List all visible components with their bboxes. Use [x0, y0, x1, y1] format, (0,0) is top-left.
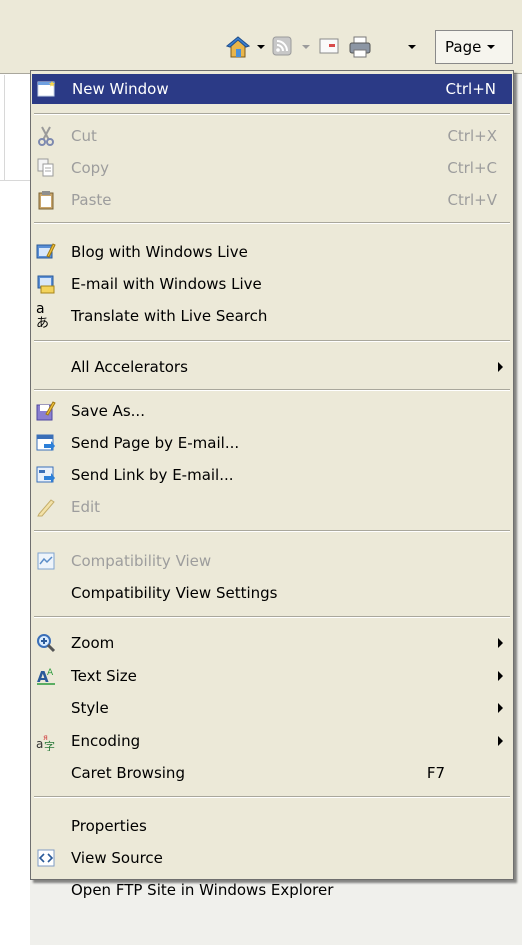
menu-separator [34, 530, 510, 532]
menu-item-label: E-mail with Windows Live [71, 275, 262, 293]
menu-separator [34, 389, 510, 391]
print-dropdown-arrow[interactable] [408, 45, 416, 49]
menu-item-properties[interactable]: Properties [31, 811, 513, 841]
translate-icon: aあ [36, 301, 50, 331]
menu-item-label: Blog with Windows Live [71, 243, 248, 261]
menu-item-label: Send Page by E-mail... [71, 434, 240, 452]
menu-separator [34, 796, 510, 798]
menu-separator [34, 113, 510, 115]
page-menu-button[interactable]: Page [435, 30, 513, 64]
menu-item-translate[interactable]: aあ Translate with Live Search [31, 301, 513, 331]
menu-item-shortcut: Ctrl+C [447, 159, 497, 177]
compatibility-view-icon [36, 551, 56, 571]
feeds-button[interactable] [271, 35, 293, 57]
menu-item-shortcut: Ctrl+V [447, 191, 497, 209]
menu-item-label: Edit [71, 498, 101, 516]
submenu-arrow-icon [498, 703, 503, 713]
scissors-icon [36, 126, 56, 146]
menu-item-label: Copy [71, 159, 110, 177]
menu-item-label: Cut [71, 127, 97, 145]
menu-item-new-window[interactable]: New Window Ctrl+N [32, 74, 512, 104]
new-window-icon [37, 79, 57, 99]
menu-item-send-page[interactable]: Send Page by E-mail... [31, 428, 513, 458]
home-icon [226, 36, 250, 58]
submenu-arrow-icon [498, 671, 503, 681]
menu-item-label: Compatibility View [71, 552, 212, 570]
menu-item-zoom[interactable]: Zoom [31, 628, 513, 658]
menu-item-shortcut: Ctrl+N [445, 80, 496, 98]
encoding-icon: aя字 [36, 731, 56, 751]
menu-item-label: View Source [71, 849, 163, 867]
menu-item-compatibility-view-settings[interactable]: Compatibility View Settings [31, 578, 513, 608]
page-dropdown-menu: New Window Ctrl+N Cut Ctrl+X Copy Ctrl+C… [30, 70, 514, 899]
menu-item-text-size[interactable]: AA Text Size [31, 661, 513, 691]
command-bar: Page [0, 0, 522, 74]
menu-item-paste[interactable]: Paste Ctrl+V [31, 185, 513, 215]
menu-item-label: New Window [72, 80, 169, 98]
pencil-icon [36, 497, 56, 517]
email-live-icon [36, 274, 56, 294]
menu-item-copy[interactable]: Copy Ctrl+C [31, 153, 513, 183]
submenu-arrow-icon [498, 362, 503, 372]
svg-text:字: 字 [44, 739, 55, 751]
home-button[interactable] [225, 34, 251, 60]
menu-item-shortcut: Ctrl+X [447, 127, 497, 145]
menu-item-label: Text Size [71, 667, 137, 685]
menu-item-label: Zoom [71, 634, 115, 652]
menu-item-cut[interactable]: Cut Ctrl+X [31, 121, 513, 151]
menu-item-label: Caret Browsing [71, 764, 185, 782]
menu-item-label: Save As... [71, 402, 145, 420]
view-source-icon [36, 848, 56, 868]
menu-item-label: Paste [71, 191, 112, 209]
submenu-arrow-icon [498, 638, 503, 648]
page-divider [0, 180, 30, 181]
menu-item-label: Properties [71, 817, 147, 835]
menu-separator [34, 222, 510, 224]
svg-text:A: A [47, 668, 54, 678]
menu-item-style[interactable]: Style [31, 693, 513, 723]
menu-item-save-as[interactable]: Save As... [31, 396, 513, 426]
menu-item-label: Compatibility View Settings [71, 584, 278, 602]
page-divider-vertical [4, 75, 5, 180]
home-dropdown-arrow[interactable] [257, 45, 265, 49]
submenu-arrow-icon [498, 736, 503, 746]
menu-item-email-live[interactable]: E-mail with Windows Live [31, 269, 513, 299]
send-link-icon [36, 465, 56, 485]
read-mail-button[interactable] [318, 36, 340, 56]
menu-item-label: Send Link by E-mail... [71, 466, 234, 484]
text-size-icon: AA [36, 666, 56, 686]
menu-item-compatibility-view[interactable]: Compatibility View [31, 546, 513, 576]
menu-item-blog[interactable]: Blog with Windows Live [31, 237, 513, 267]
menu-item-view-source[interactable]: View Source [31, 843, 513, 873]
print-icon [349, 36, 371, 58]
web-page-area [0, 74, 30, 945]
menu-separator [34, 616, 510, 618]
menu-item-edit[interactable]: Edit [31, 492, 513, 522]
zoom-icon [36, 633, 56, 653]
menu-item-encoding[interactable]: aя字 Encoding [31, 726, 513, 756]
menu-item-shortcut: F7 [426, 764, 445, 782]
blog-icon [36, 242, 56, 262]
page-button-label: Page [445, 38, 482, 56]
menu-item-caret-browsing[interactable]: Caret Browsing F7 [31, 758, 513, 788]
print-button[interactable] [347, 34, 373, 60]
menu-item-label: Encoding [71, 732, 141, 750]
menu-item-send-link[interactable]: Send Link by E-mail... [31, 460, 513, 490]
chevron-down-icon [487, 45, 496, 49]
menu-item-label: All Accelerators [71, 358, 188, 376]
menu-item-label: Translate with Live Search [71, 307, 268, 325]
send-page-icon [36, 433, 56, 453]
read-mail-icon [319, 38, 339, 54]
feeds-dropdown-arrow[interactable] [302, 45, 310, 49]
copy-icon [36, 158, 56, 178]
clipboard-icon [36, 190, 56, 210]
menu-separator [34, 340, 510, 342]
menu-item-open-ftp[interactable]: Open FTP Site in Windows Explorer [31, 875, 513, 905]
save-icon [36, 401, 56, 421]
menu-item-label: Open FTP Site in Windows Explorer [71, 881, 334, 899]
menu-item-all-accelerators[interactable]: All Accelerators [31, 352, 513, 382]
menu-item-label: Style [71, 699, 109, 717]
feeds-icon [272, 36, 292, 56]
